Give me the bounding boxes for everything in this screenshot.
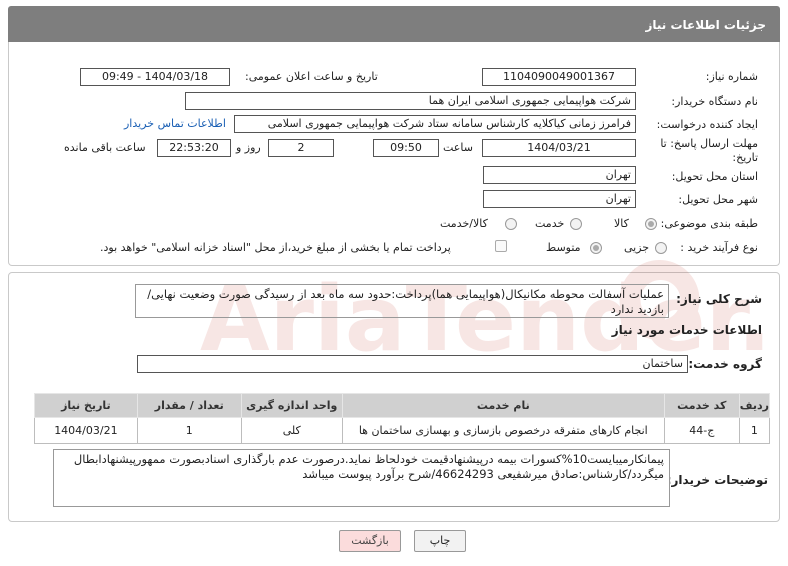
description-label: شرح کلی نیاز: — [676, 292, 762, 306]
treasury-checkbox[interactable] — [495, 240, 507, 252]
creator-label: ایجاد کننده درخواست: — [656, 118, 758, 131]
category-goods-label: کالا — [614, 217, 629, 230]
process-minor-radio[interactable] — [655, 242, 667, 254]
need-number-label: شماره نیاز: — [705, 70, 758, 83]
buyer-field: شرکت هواپیمایی جمهوری اسلامی ایران هما — [185, 92, 636, 110]
category-goods-service-radio[interactable] — [505, 218, 517, 230]
process-label: نوع فرآیند خرید : — [680, 241, 758, 254]
cell-qty: 1 — [136, 417, 242, 444]
description-text: عملیات آسفالت محوطه مکانیکال(هواپیمایی ه… — [147, 287, 664, 316]
page-title: جزئیات اطلاعات نیاز — [645, 18, 766, 32]
col-code: کد خدمت — [663, 393, 740, 418]
back-button[interactable]: بازگشت — [339, 530, 401, 552]
buyer-contact-link[interactable]: اطلاعات تماس خریدار — [124, 117, 226, 130]
days-label: روز و — [236, 141, 261, 154]
creator-field: فرامرز زمانی کیاکلایه کارشناس سامانه ستا… — [234, 115, 636, 133]
page-header: جزئیات اطلاعات نیاز — [8, 6, 780, 42]
col-qty: تعداد / مقدار — [136, 393, 242, 418]
table-header-row: ردیف کد خدمت نام خدمت واحد اندازه گیری ت… — [34, 393, 771, 418]
cell-unit: کلی — [240, 417, 343, 444]
days-field: 2 — [268, 139, 334, 157]
announce-field: 1404/03/18 - 09:49 — [80, 68, 230, 86]
remaining-label: ساعت باقی مانده — [64, 141, 146, 154]
need-number-field: 1104090049001367 — [482, 68, 636, 86]
cell-code: ج-44 — [663, 417, 740, 444]
category-goods-service-label: کالا/خدمت — [440, 217, 488, 230]
buyer-notes-field: پیمانکارمیبایست10%کسورات بیمه درپیشنهادق… — [53, 449, 670, 507]
cell-name: انجام کارهای متفرقه درخصوص بازسازی و بهس… — [341, 417, 665, 444]
services-table: ردیف کد خدمت نام خدمت واحد اندازه گیری ت… — [34, 393, 771, 444]
category-label: طبقه بندی موضوعی: — [660, 217, 758, 230]
category-goods-radio[interactable] — [645, 218, 657, 230]
table-row: 1 ج-44 انجام کارهای متفرقه درخصوص بازساز… — [34, 417, 771, 444]
category-service-radio[interactable] — [570, 218, 582, 230]
city-field: تهران — [483, 190, 636, 208]
category-service-label: خدمت — [535, 217, 565, 230]
col-row: ردیف — [738, 393, 771, 418]
col-name: نام خدمت — [341, 393, 665, 418]
print-button[interactable]: چاپ — [414, 530, 466, 552]
buyer-notes-label: توضیحات خریدار: — [666, 473, 768, 487]
process-minor-label: جزیی — [624, 241, 650, 254]
province-field: تهران — [483, 166, 636, 184]
announce-label: تاریخ و ساعت اعلان عمومی: — [245, 70, 378, 83]
city-label: شهر محل تحویل: — [678, 193, 758, 206]
deadline-date-field: 1404/03/21 — [482, 139, 636, 157]
col-unit: واحد اندازه گیری — [240, 393, 343, 418]
deadline-time-field: 09:50 — [373, 139, 439, 157]
cell-date: 1404/03/21 — [34, 417, 138, 444]
buyer-label: نام دستگاه خریدار: — [671, 95, 758, 108]
process-medium-label: متوسط — [546, 241, 581, 254]
deadline-label: مهلت ارسال پاسخ: تا تاریخ: — [660, 137, 758, 164]
services-title: اطلاعات خدمات مورد نیاز — [611, 323, 762, 337]
col-date: تاریخ نیاز — [34, 393, 138, 418]
deadline-time-label: ساعت — [443, 141, 473, 154]
service-group-label: گروه خدمت: — [688, 357, 762, 371]
service-group-field: ساختمان — [137, 355, 688, 373]
remaining-time-field: 22:53:20 — [157, 139, 231, 157]
treasury-note: پرداخت تمام یا بخشی از مبلغ خرید،از محل … — [100, 241, 451, 254]
buyer-notes-text: پیمانکارمیبایست10%کسورات بیمه درپیشنهادق… — [73, 452, 664, 481]
description-field: عملیات آسفالت محوطه مکانیکال(هواپیمایی ه… — [135, 284, 669, 318]
province-label: استان محل تحویل: — [671, 170, 758, 183]
cell-row: 1 — [738, 417, 771, 444]
process-medium-radio[interactable] — [590, 242, 602, 254]
